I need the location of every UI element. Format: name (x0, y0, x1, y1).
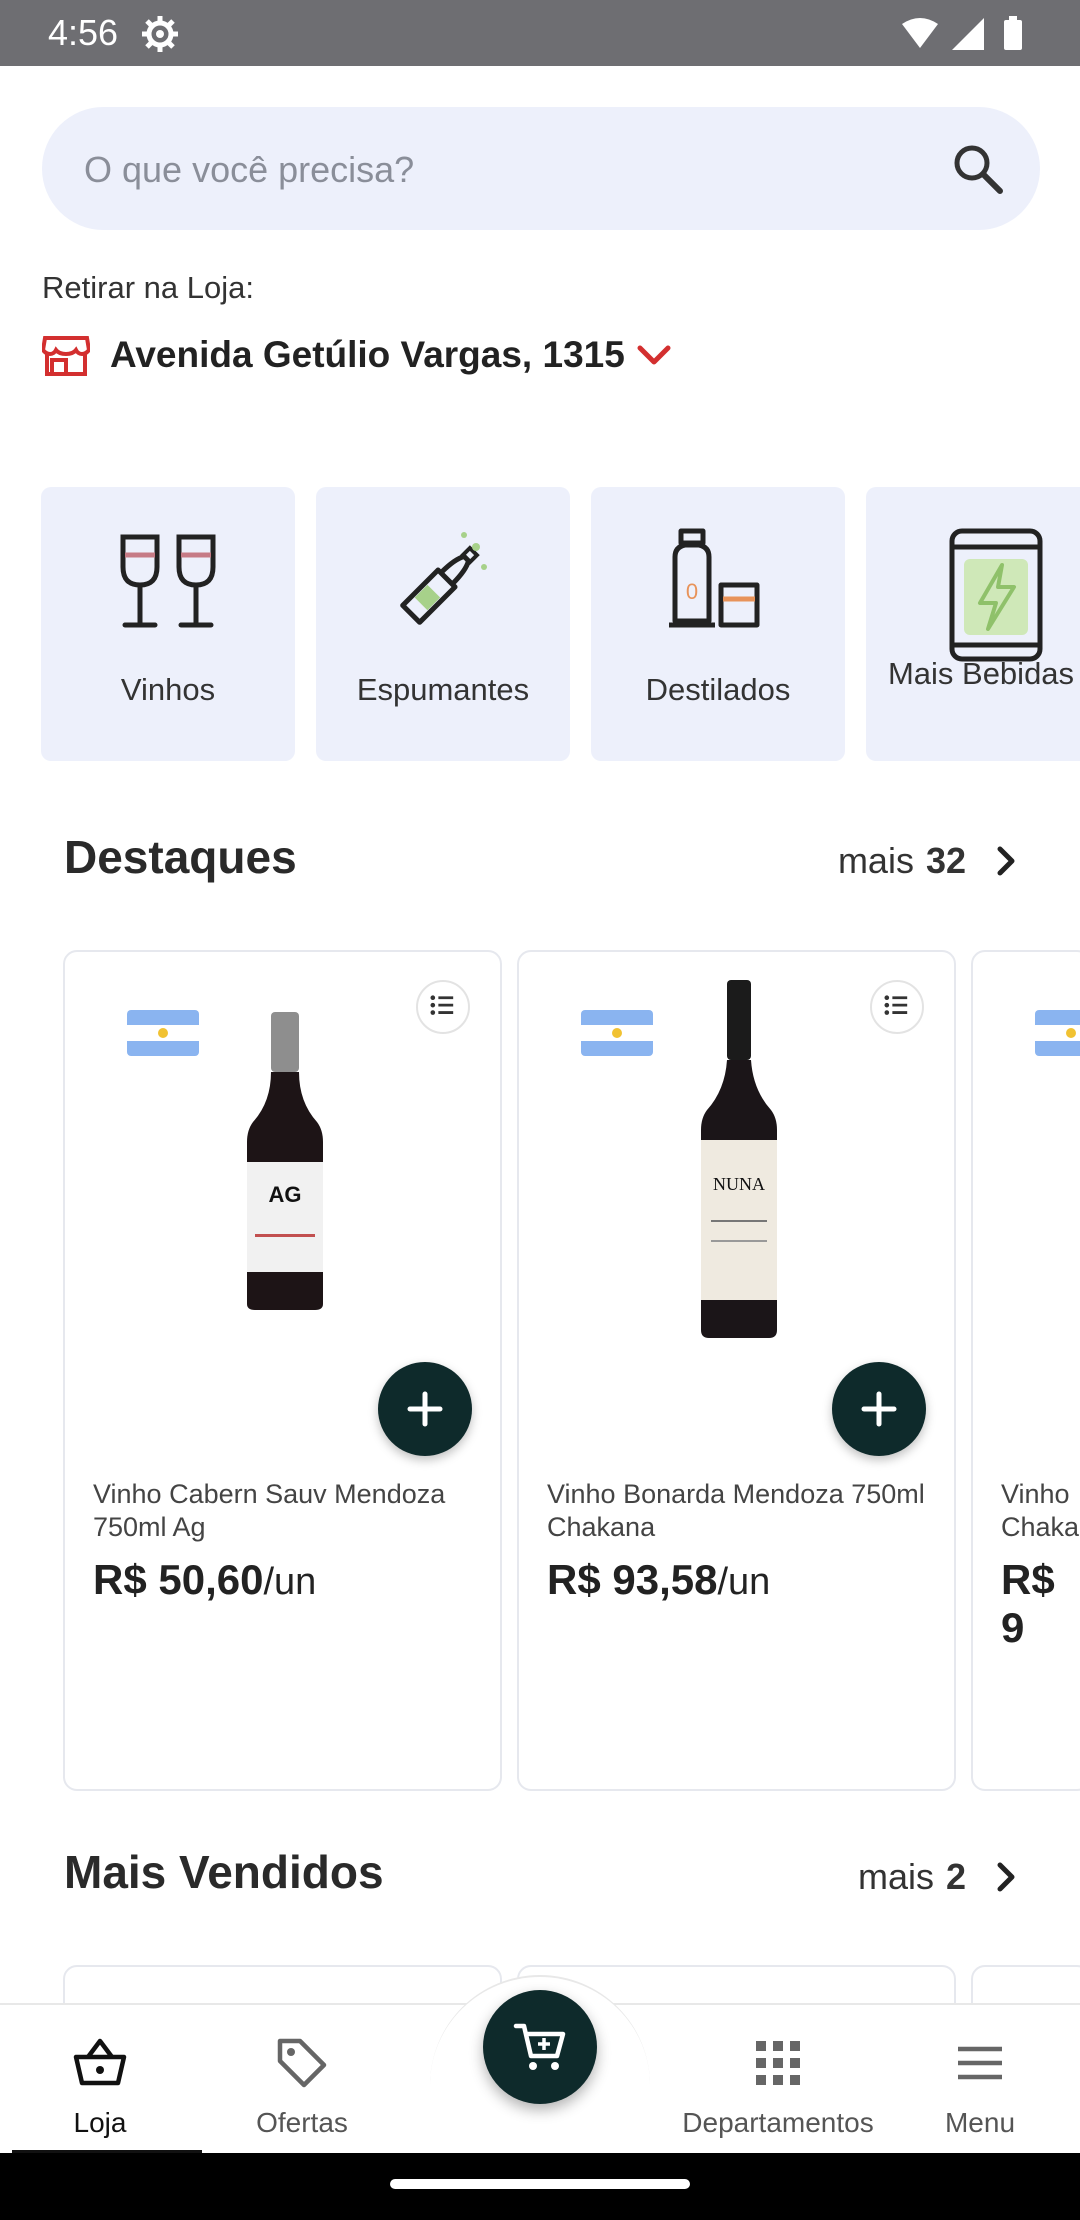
add-to-cart-button[interactable] (832, 1362, 926, 1456)
chevron-down-icon[interactable] (634, 340, 674, 370)
product-price: R$ 50,60/un (93, 1556, 317, 1603)
product-price: R$ 9 (1001, 1556, 1055, 1651)
see-more-count: 2 (945, 1856, 966, 1897)
product-image: NUNA (701, 980, 777, 1338)
store-icon (42, 336, 90, 376)
settings-gear-icon (142, 16, 178, 52)
category-mais-bebidas[interactable]: Mais Bebidas (866, 487, 1080, 761)
add-to-list-button[interactable] (416, 980, 470, 1034)
spirits-icon: 0 (669, 528, 760, 628)
add-to-list-button[interactable] (870, 980, 924, 1034)
wine-glasses-icon (120, 534, 216, 628)
home-handle[interactable] (390, 2179, 690, 2189)
search-icon[interactable] (950, 141, 1006, 197)
category-label: Destilados (645, 672, 791, 707)
argentina-flag-icon (581, 1010, 653, 1056)
nav-ofertas[interactable]: Ofertas (202, 2005, 402, 2155)
wifi-icon (902, 18, 938, 48)
category-vinhos[interactable]: Vinhos (41, 487, 295, 761)
store-selector[interactable]: Avenida Getúlio Vargas, 1315 (42, 330, 842, 380)
chevron-right-icon (997, 846, 1015, 876)
battery-icon (1004, 20, 1022, 50)
category-label: Mais Bebidas (887, 656, 1075, 691)
argentina-flag-icon (1035, 1010, 1080, 1056)
svg-text:NUNA: NUNA (713, 1174, 765, 1194)
search-placeholder: O que você precisa? (84, 149, 415, 190)
see-more-mais-vendidos[interactable]: mais 2 (858, 1852, 1026, 1902)
grid-icon (756, 2041, 800, 2085)
cart-icon (513, 2023, 566, 2070)
see-more-label: mais (837, 840, 914, 881)
nav-label: Departamentos (682, 2107, 874, 2138)
category-label: Vinhos (120, 672, 216, 707)
nav-loja[interactable]: Loja (0, 2005, 202, 2155)
signal-icon (952, 18, 984, 50)
search-bar[interactable]: O que você precisa? (42, 107, 1040, 230)
section-title-mais-vendidos: Mais Vendidos (64, 1846, 384, 1898)
status-bar: 4:56 (0, 0, 1080, 66)
champagne-bottle-icon (400, 532, 487, 625)
cart-button[interactable] (483, 1990, 597, 2104)
product-name: Vinho Cabern Sauv Mendoza 750ml Ag (93, 1479, 446, 1542)
see-more-label: mais (857, 1856, 934, 1897)
category-espumantes[interactable]: Espumantes (316, 487, 570, 761)
see-more-destaques[interactable]: mais 32 (838, 836, 1026, 886)
product-card[interactable]: Vinho Chaka R$ 9 (971, 950, 1080, 1791)
tag-icon (277, 2038, 327, 2088)
nav-label: Loja (73, 2107, 127, 2138)
system-icons (902, 16, 1022, 50)
basket-icon (73, 2038, 127, 2086)
plus-icon (407, 1391, 443, 1427)
product-name: Vinho Bonarda Mendoza 750ml Chakana (547, 1479, 925, 1542)
plus-icon (861, 1391, 897, 1427)
svg-text:0: 0 (686, 579, 698, 604)
argentina-flag-icon (127, 1010, 199, 1056)
add-to-cart-button[interactable] (378, 1362, 472, 1456)
svg-text:AG: AG (269, 1182, 302, 1207)
can-icon (949, 528, 1043, 662)
product-price: R$ 93,58/un (547, 1556, 771, 1603)
list-icon (884, 995, 908, 1015)
product-name: Vinho Chaka (1001, 1479, 1080, 1542)
product-card[interactable]: AG Vinho Cabern Sauv Mendoza 750ml Ag R$… (63, 950, 502, 1791)
hamburger-icon (958, 2046, 1002, 2080)
nav-menu[interactable]: Menu (880, 2005, 1080, 2155)
section-title-destaques: Destaques (64, 831, 297, 883)
product-image: AG (247, 1012, 323, 1310)
see-more-count: 32 (925, 840, 966, 881)
store-address: Avenida Getúlio Vargas, 1315 (110, 334, 625, 375)
gesture-bar (0, 2153, 1080, 2220)
list-icon (430, 995, 454, 1015)
pickup-label: Retirar na Loja: (42, 270, 254, 305)
status-time: 4:56 (48, 12, 119, 53)
category-destilados[interactable]: 0 Destilados (591, 487, 845, 761)
category-label: Espumantes (356, 672, 530, 707)
nav-label: Ofertas (256, 2107, 348, 2138)
nav-label: Menu (944, 2107, 1016, 2138)
chevron-right-icon (997, 1862, 1015, 1892)
product-card[interactable]: NUNA Vinho Bonarda Mendoza 750ml Chakana… (517, 950, 956, 1791)
nav-departamentos[interactable]: Departamentos (678, 2005, 878, 2155)
